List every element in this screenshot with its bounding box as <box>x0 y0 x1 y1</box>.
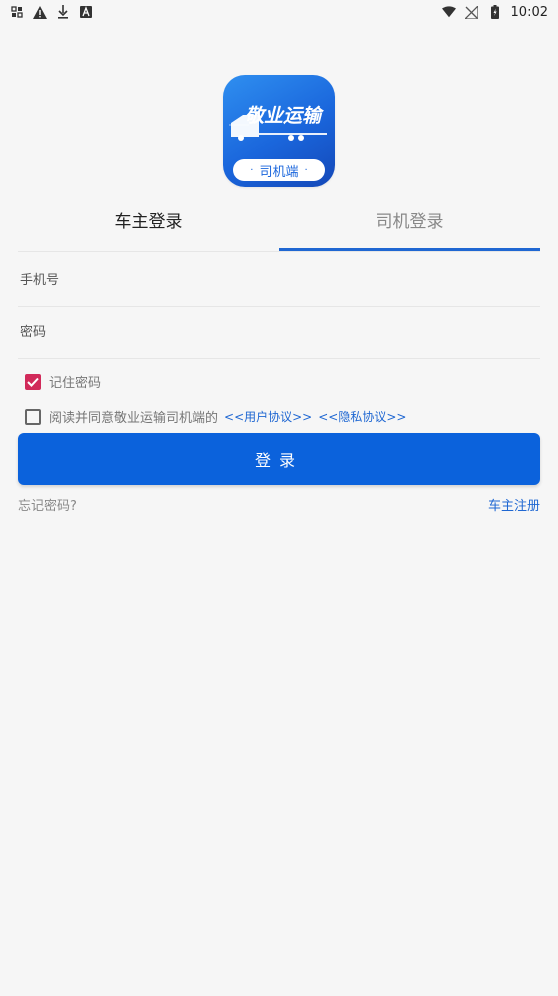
phone-field-row <box>18 254 540 307</box>
app-logo: 敬业运输 · 司机端 · <box>223 75 335 187</box>
battery-icon <box>488 5 502 19</box>
tab-owner-login[interactable]: 车主登录 <box>18 200 279 252</box>
privacy-agreement-link[interactable]: <<隐私协议>> <box>318 408 406 425</box>
password-input[interactable] <box>18 323 540 341</box>
download-icon <box>56 5 70 19</box>
forgot-password-link[interactable]: 忘记密码? <box>18 495 77 514</box>
logo-subtitle-pill: · 司机端 · <box>233 159 325 181</box>
status-left <box>10 5 93 19</box>
tab-divider <box>18 251 540 252</box>
logo-dot-right: · <box>304 164 308 176</box>
logo-title: 敬业运输 <box>245 105 322 127</box>
remember-password-row[interactable]: 记住密码 <box>25 372 101 391</box>
a-icon <box>79 5 93 19</box>
logo-dot-left: · <box>250 164 254 176</box>
sim-icon <box>10 5 24 19</box>
wifi-icon <box>441 5 456 19</box>
remember-password-checkbox[interactable] <box>25 373 41 390</box>
status-right: 10:02 <box>441 4 548 20</box>
agreement-text: 阅读并同意敬业运输司机端的 <box>49 411 219 426</box>
logo-subtitle: 司机端 <box>259 164 299 180</box>
user-agreement-link[interactable]: <<用户协议>> <box>224 408 312 425</box>
check-icon <box>27 377 39 387</box>
no-signal-icon <box>465 5 479 19</box>
status-time: 10:02 <box>510 4 548 20</box>
login-button[interactable]: 登录 <box>18 433 540 485</box>
remember-password-label: 记住密码 <box>49 376 102 391</box>
warning-icon <box>33 5 47 19</box>
password-field-row <box>18 306 540 359</box>
agreement-row: 阅读并同意敬业运输司机端的 <<用户协议>> <<隐私协议>> <box>25 407 406 426</box>
owner-register-link[interactable]: 车主注册 <box>488 495 540 514</box>
tab-driver-login[interactable]: 司机登录 <box>279 200 540 252</box>
status-bar: 10:02 <box>0 0 558 24</box>
agreement-checkbox[interactable] <box>25 408 41 425</box>
phone-input[interactable] <box>18 271 540 289</box>
login-tabs: 车主登录 司机登录 <box>18 200 540 252</box>
